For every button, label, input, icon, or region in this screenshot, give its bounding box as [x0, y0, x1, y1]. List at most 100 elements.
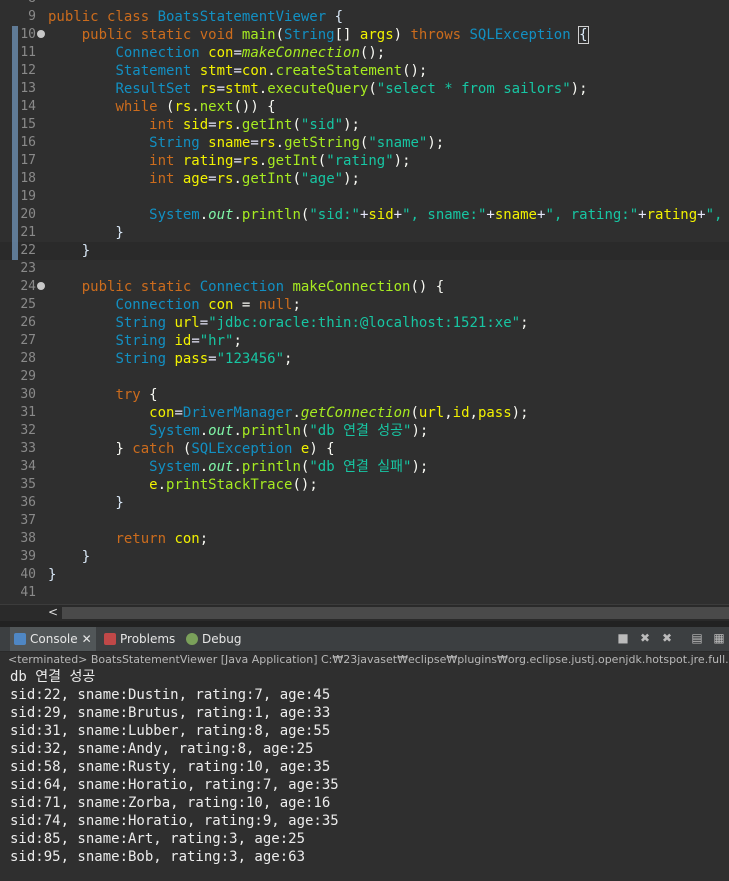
code-token: ;	[292, 297, 301, 313]
code-token: {	[578, 26, 589, 44]
scroll-lock-icon[interactable]: ▦	[712, 631, 726, 645]
code-line[interactable]: 17 int rating=rs.getInt("rating");	[0, 152, 729, 170]
code-line[interactable]: 26 String url="jdbc:oracle:thin:@localho…	[0, 314, 729, 332]
code-token: .	[191, 99, 200, 115]
code-line[interactable]: 38 return con;	[0, 530, 729, 548]
scroll-left-arrow-icon[interactable]: <	[48, 605, 58, 619]
code-token: public class	[48, 9, 158, 25]
code-token: "sid"	[300, 117, 344, 133]
editor-horizontal-scrollbar[interactable]: <	[0, 604, 729, 621]
code-token: url	[174, 315, 200, 331]
code-token: pass	[174, 351, 209, 367]
code-token: getString	[284, 135, 360, 151]
console-line: sid:71, sname:Zorba, rating:10, age:16	[10, 795, 331, 811]
code-token: rs	[216, 117, 234, 133]
code-token: ;	[233, 333, 242, 349]
scrollbar-track[interactable]	[62, 607, 729, 619]
code-token: id	[174, 333, 192, 349]
code-text: try {	[48, 386, 157, 404]
fold-toggle-icon[interactable]	[37, 282, 45, 290]
tab-console[interactable]: Console ✕	[10, 627, 96, 651]
code-line[interactable]: 34 System.out.println("db 연결 실패");	[0, 458, 729, 476]
code-token: public static void	[81, 27, 242, 43]
remove-all-terminated-icon[interactable]: ✖	[660, 631, 674, 645]
code-line[interactable]: 12 Statement stmt=con.createStatement();	[0, 62, 729, 80]
code-token: =	[191, 333, 200, 349]
code-text: return con;	[48, 530, 208, 548]
console-line: sid:22, sname:Dustin, rating:7, age:45	[10, 687, 331, 703]
code-token: next	[199, 99, 234, 115]
code-line[interactable]: 20 System.out.println("sid:"+sid+", snam…	[0, 206, 729, 224]
code-token: executeQuery	[267, 81, 369, 97]
code-token: while	[115, 99, 167, 115]
tab-debug[interactable]: Debug	[186, 627, 241, 651]
code-line[interactable]: 21 }	[0, 224, 729, 242]
clear-console-icon[interactable]: ▤	[690, 631, 704, 645]
code-line[interactable]: 18 int age=rs.getInt("age");	[0, 170, 729, 188]
code-text: public static Connection makeConnection(…	[48, 278, 444, 296]
remove-launch-icon[interactable]: ✖	[638, 631, 652, 645]
code-token: String	[284, 27, 335, 43]
code-line[interactable]: 23	[0, 260, 729, 278]
code-text: String sname=rs.getString("sname");	[48, 134, 444, 152]
code-token: ", age:	[705, 207, 723, 223]
code-line[interactable]: 40}	[0, 566, 729, 584]
line-number: 37	[20, 513, 36, 528]
console-output[interactable]: db 연결 성공 sid:22, sname:Dustin, rating:7, …	[0, 668, 729, 881]
code-token: +	[486, 207, 495, 223]
code-line[interactable]: 28 String pass="123456";	[0, 350, 729, 368]
code-text: Statement stmt=con.createStatement();	[48, 62, 427, 80]
code-line[interactable]: 30 try {	[0, 386, 729, 404]
code-line[interactable]: 11 Connection con=makeConnection();	[0, 44, 729, 62]
terminate-icon[interactable]: ■	[616, 631, 630, 645]
code-line[interactable]: 27 String id="hr";	[0, 332, 729, 350]
code-token: ();	[402, 63, 428, 79]
code-token: "rating"	[326, 153, 394, 169]
code-line[interactable]: 41	[0, 584, 729, 602]
code-token: );	[343, 171, 360, 187]
code-token: System	[149, 423, 200, 439]
code-token: );	[411, 423, 429, 439]
code-line[interactable]: 25 Connection con = null;	[0, 296, 729, 314]
code-line[interactable]: 24 public static Connection makeConnecti…	[0, 278, 729, 296]
code-token: Connection	[199, 279, 293, 295]
code-line[interactable]: 8	[0, 0, 729, 8]
code-token: );	[570, 81, 588, 97]
code-line[interactable]: 9 public class BoatsStatementViewer {	[0, 8, 729, 26]
code-token: getConnection	[300, 405, 411, 421]
code-token: e	[149, 477, 158, 493]
line-number: 25	[20, 297, 36, 312]
code-line[interactable]: 14 while (rs.next()) {	[0, 98, 729, 116]
tab-problems[interactable]: Problems	[104, 627, 175, 651]
code-line[interactable]: 15 int sid=rs.getInt("sid");	[0, 116, 729, 134]
code-line[interactable]: 36 }	[0, 494, 729, 512]
code-line[interactable]: 35 e.printStackTrace();	[0, 476, 729, 494]
line-number: 13	[20, 81, 36, 96]
code-line[interactable]: 31 con=DriverManager.getConnection(url,i…	[0, 404, 729, 422]
code-line[interactable]: 16 String sname=rs.getString("sname");	[0, 134, 729, 152]
line-number: 12	[20, 63, 36, 78]
code-line[interactable]: 32 System.out.println("db 연결 성공");	[0, 422, 729, 440]
code-token: =	[208, 351, 217, 367]
close-icon[interactable]: ✕	[82, 632, 92, 646]
code-editor[interactable]: 89 public class BoatsStatementViewer {10 …	[0, 0, 729, 604]
code-token: .	[233, 207, 242, 223]
code-text: }	[48, 494, 123, 512]
fold-toggle-icon[interactable]	[37, 30, 45, 38]
code-line[interactable]: 22 }	[0, 242, 729, 260]
code-token: SQLException	[191, 441, 301, 457]
code-token: ", sname:"	[402, 207, 487, 223]
code-token: .	[258, 81, 268, 97]
code-line[interactable]: 10 public static void main(String[] args…	[0, 26, 729, 44]
code-line[interactable]: 19	[0, 188, 729, 206]
code-line[interactable]: 37	[0, 512, 729, 530]
code-line[interactable]: 13 ResultSet rs=stmt.executeQuery("selec…	[0, 80, 729, 98]
code-line[interactable]: 29	[0, 368, 729, 386]
code-token: int	[149, 117, 183, 133]
code-line[interactable]: 39 }	[0, 548, 729, 566]
code-line[interactable]: 33 } catch (SQLException e) {	[0, 440, 729, 458]
code-token: =	[233, 45, 242, 61]
